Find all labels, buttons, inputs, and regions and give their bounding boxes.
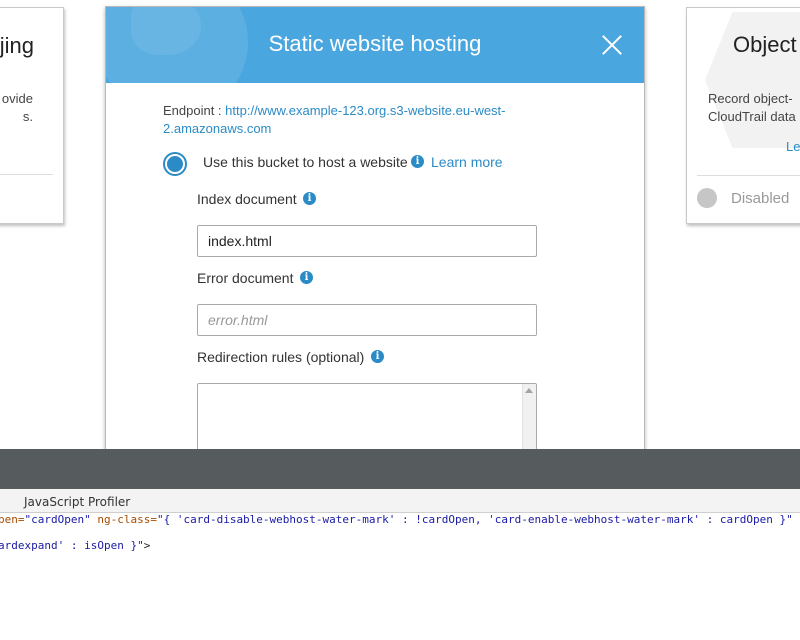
card-left-partial[interactable]: jing ovide s. [0,7,64,224]
card-left-description: ovide s. [2,90,33,126]
card-right-description: Record object- CloudTrail data [708,90,796,126]
endpoint-label: Endpoint : [163,103,226,118]
code-attr: ng-class= [90,513,157,526]
modal-header: Static website hosting [106,7,644,83]
endpoint-url-line2[interactable]: 2.amazonaws.com [163,121,271,136]
code-value: ardexpand' : isOpen }" [0,539,144,552]
devtools-elements-panel: pen="cardOpen" ng-class="{ 'card-disable… [0,513,800,640]
status-disabled-label: Disabled [731,190,790,207]
code-attr: cl [793,513,800,526]
endpoint-url-line1[interactable]: http://www.example-123.org.s3-website.eu… [225,103,505,118]
card-right-learn-more-link[interactable]: Le [786,139,800,154]
card-right-title: Object [733,32,797,57]
card-right-divider [697,175,800,176]
screen: jing ovide s. Object Record object- Clou… [0,0,800,640]
error-document-input[interactable] [197,304,537,336]
card-right-partial[interactable]: Object Record object- CloudTrail data Le… [686,7,800,224]
endpoint: Endpoint : http://www.example-123.org.s3… [163,102,563,138]
index-document-input[interactable] [197,225,537,257]
card-left-title: jing [0,33,34,58]
card-left-desc-line2: s. [22,109,33,124]
textarea-scrollbar[interactable] [522,384,536,455]
host-website-label: Use this bucket to host a website [203,154,408,170]
status-toggle-icon[interactable] [697,188,717,208]
code-attr: pen= [0,513,25,526]
close-icon[interactable] [599,32,625,58]
card-left-divider [0,174,53,175]
learn-more-link[interactable]: Learn more [431,154,503,170]
code-value: "{ 'card-disable-webhost-water-mark' : !… [156,513,793,526]
card-right-desc-line1: Record object- [708,91,793,106]
code-value: "cardOpen" [24,513,91,526]
redirection-rules-info-icon[interactable]: i [371,350,384,363]
code-line[interactable]: ardexpand' : isOpen }"> [0,539,150,552]
devtools-toolbar [0,449,800,489]
tab-javascript-profiler[interactable]: JavaScript Profiler [24,495,130,509]
error-document-info-icon[interactable]: i [300,271,313,284]
card-left-desc-line1: ovide [1,91,33,106]
devtools-tabs: s JavaScript Profiler [0,489,800,513]
host-website-radio[interactable] [163,152,187,176]
code-line[interactable]: pen="cardOpen" ng-class="{ 'card-disable… [0,513,800,526]
scroll-up-arrow-icon[interactable] [525,388,533,393]
index-document-label: Index document [197,191,297,207]
index-document-info-icon[interactable]: i [303,192,316,205]
static-website-hosting-modal: Static website hosting Endpoint : http:/… [105,6,645,456]
radio-selected-dot [167,156,183,172]
code-text: > [143,539,151,552]
card-right-desc-line2: CloudTrail data [708,109,796,124]
redirection-rules-label: Redirection rules (optional) [197,349,365,365]
error-document-label: Error document [197,270,294,286]
modal-title: Static website hosting [268,31,482,56]
info-icon[interactable]: i [411,155,424,168]
redirection-rules-textarea[interactable] [197,383,537,455]
